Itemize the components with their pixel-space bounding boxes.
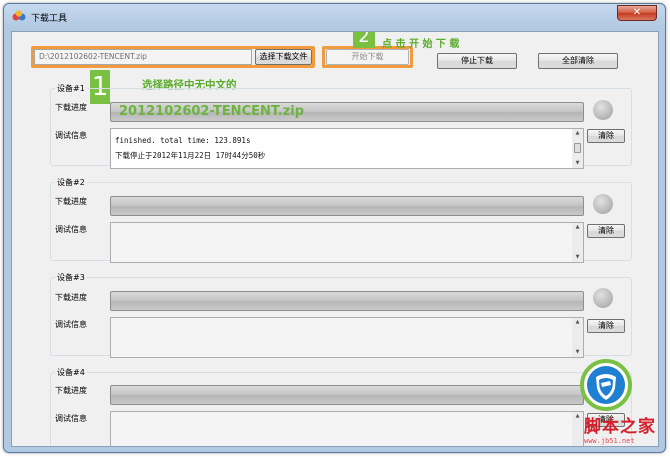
scroll-down-icon[interactable]: ▼ [572, 159, 583, 168]
debug-info-label: 调试信息 [55, 225, 87, 234]
device-group-label: 设备#1 [55, 83, 87, 94]
annotation-2-text: 点 击 开 始 下 载 [382, 39, 460, 50]
progress-label: 下载进度 [55, 103, 87, 112]
progress-label: 下载进度 [55, 293, 87, 302]
site-watermark: 脚本之家 www.jb51.net [584, 417, 658, 446]
status-indicator [593, 194, 613, 214]
progress-bar [110, 385, 584, 405]
device-group-label: 设备#3 [55, 272, 87, 283]
clear-button[interactable]: 清除 [587, 319, 625, 333]
scroll-up-icon[interactable]: ▲ [572, 129, 583, 138]
progress-bar [110, 196, 584, 216]
progress-label: 下载进度 [55, 197, 87, 206]
log-scrollbar[interactable]: ▲ [572, 412, 583, 446]
log-line: 下载停止于2012年11月22日 17时44分50秒 [115, 151, 266, 160]
progress-bar [110, 291, 584, 311]
clear-button[interactable]: 清除 [587, 129, 625, 143]
debug-log[interactable]: finished. total time: 123.891s 下载停止于2012… [110, 128, 584, 169]
scroll-down-icon[interactable]: ▼ [572, 348, 583, 357]
scroll-up-icon[interactable]: ▲ [572, 412, 583, 421]
window-title: 下载工具 [31, 14, 68, 24]
progress-filename: 2012102602-TENCENT.zip [119, 104, 305, 119]
close-button[interactable]: ✕ [617, 5, 657, 21]
debug-info-label: 调试信息 [55, 320, 87, 329]
start-download-button[interactable]: 开始下载 [326, 49, 409, 65]
debug-log[interactable]: ▲ ▼ [110, 317, 584, 358]
progress-bar: 2012102602-TENCENT.zip [110, 102, 584, 122]
annotation-2-number: 2 [353, 32, 375, 48]
stop-download-button[interactable]: 停止下载 [437, 53, 517, 69]
log-scrollbar[interactable]: ▲ ▼ [572, 129, 583, 168]
status-indicator [593, 288, 613, 308]
client-area: D:\2012102602-TENCENT.zip 选择下载文件 开始下载 停止… [11, 31, 659, 447]
log-scrollbar[interactable]: ▲ ▼ [572, 318, 583, 357]
scroll-up-icon[interactable]: ▲ [572, 223, 583, 232]
clear-all-button[interactable]: 全部清除 [538, 53, 618, 69]
app-window: 下载工具 ✕ D:\2012102602-TENCENT.zip 选择下载文件 … [3, 3, 666, 453]
debug-log[interactable]: ▲ ▼ [110, 222, 584, 263]
debug-log[interactable]: ▲ [110, 411, 584, 446]
watermark-url: www.jb51.net [584, 437, 635, 445]
scroll-up-icon[interactable]: ▲ [572, 318, 583, 327]
scroll-down-icon[interactable]: ▼ [572, 253, 583, 262]
status-indicator [593, 100, 613, 120]
scroll-thumb[interactable] [574, 143, 581, 153]
debug-info-label: 调试信息 [55, 414, 87, 423]
security-shield-icon[interactable] [580, 359, 632, 411]
device-group-label: 设备#2 [55, 177, 87, 188]
log-line: finished. total time: 123.891s [115, 136, 251, 145]
log-scrollbar[interactable]: ▲ ▼ [572, 223, 583, 262]
app-icon [12, 10, 26, 21]
debug-info-label: 调试信息 [55, 131, 87, 140]
title-bar[interactable]: 下载工具 ✕ [4, 4, 665, 28]
path-input[interactable]: D:\2012102602-TENCENT.zip [34, 49, 252, 65]
watermark-title: 脚本之家 [584, 417, 656, 437]
select-file-button[interactable]: 选择下载文件 [255, 49, 312, 65]
clear-button[interactable]: 清除 [587, 224, 625, 238]
device-group-label: 设备#4 [55, 367, 87, 378]
progress-label: 下载进度 [55, 386, 87, 395]
